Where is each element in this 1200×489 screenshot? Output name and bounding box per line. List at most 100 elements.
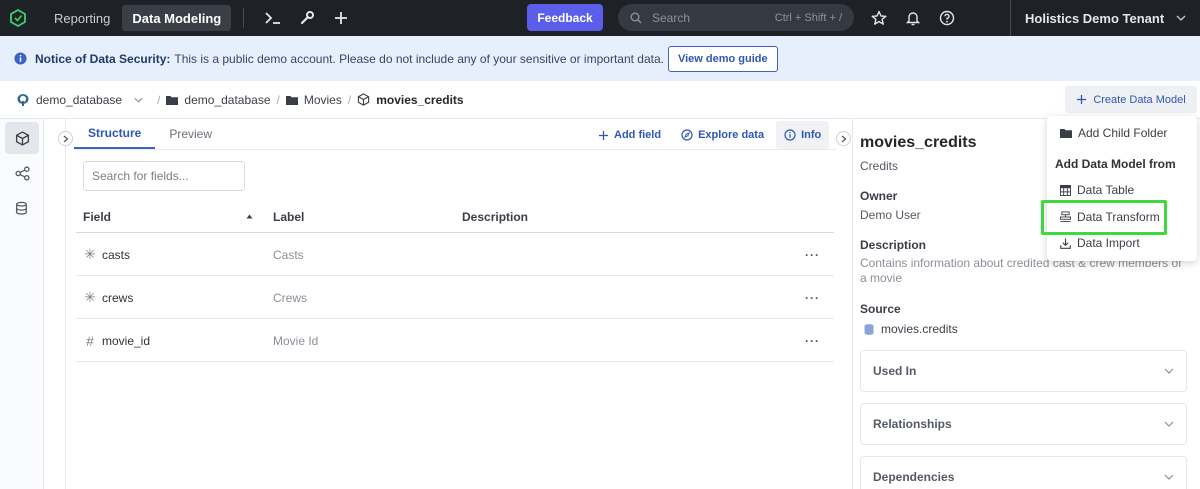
- search-icon: [630, 12, 642, 23]
- relationships-rail-button[interactable]: [5, 157, 39, 189]
- collapse-info-panel-button[interactable]: [836, 131, 851, 146]
- breadcrumb-subfolder-label: Movies: [303, 92, 342, 107]
- share-nodes-icon: [14, 165, 30, 181]
- explore-data-button[interactable]: Explore data: [673, 121, 772, 149]
- field-name-cell: ✳ casts: [84, 233, 130, 276]
- field-name-cell: ✳ crews: [84, 276, 133, 319]
- table-row[interactable]: ✳ crews Crews ···: [76, 276, 834, 319]
- info-label: Info: [801, 129, 822, 141]
- feedback-button[interactable]: Feedback: [527, 4, 603, 31]
- breadcrumb-folder-label: demo_database: [184, 92, 271, 107]
- holistics-logo-icon[interactable]: [0, 0, 36, 36]
- table-row[interactable]: ✳ casts Casts ···: [76, 233, 834, 276]
- add-field-label: Add field: [614, 129, 662, 141]
- more-options-button[interactable]: ···: [805, 233, 820, 276]
- plus-icon: [1077, 94, 1087, 105]
- view-demo-guide-button[interactable]: View demo guide: [667, 45, 778, 72]
- compass-icon: [681, 129, 693, 141]
- global-search[interactable]: Search Ctrl + Shift + /: [618, 4, 854, 31]
- model-tabs: Structure Preview: [74, 119, 226, 149]
- expand-left-button[interactable]: [58, 131, 73, 146]
- chevron-down-icon: [1164, 421, 1174, 427]
- breadcrumb-separator: /: [347, 92, 352, 107]
- cube-icon: [15, 130, 29, 146]
- bell-icon[interactable]: [896, 5, 930, 31]
- create-data-model-menu: Add Child Folder Add Data Model from Dat…: [1047, 116, 1197, 261]
- info-button[interactable]: Info: [776, 121, 830, 149]
- folder-icon: [285, 95, 298, 105]
- breadcrumb-folder[interactable]: demo_database: [166, 92, 271, 107]
- database-selector[interactable]: demo_database: [16, 93, 143, 107]
- datasets-rail-button[interactable]: [5, 192, 39, 224]
- column-header-field[interactable]: Field: [83, 205, 111, 229]
- create-data-model-button[interactable]: Create Data Model: [1065, 86, 1197, 113]
- field-type-icon: ✳: [84, 246, 96, 262]
- tenant-name: Holistics Demo Tenant: [1025, 10, 1165, 26]
- help-icon[interactable]: [930, 5, 964, 31]
- breadcrumb-model-label: movies_credits: [376, 92, 464, 107]
- field-label: Movie Id: [273, 333, 319, 348]
- section-title: Used In: [873, 364, 917, 378]
- breadcrumb-model: movies_credits: [357, 92, 464, 107]
- star-icon[interactable]: [862, 5, 896, 31]
- tab-actions: Add field Explore data Info: [590, 121, 830, 149]
- add-child-folder-item[interactable]: Add Child Folder: [1047, 120, 1197, 146]
- folder-icon: [166, 95, 179, 105]
- database-icon: [15, 201, 27, 215]
- chevron-down-icon: [1164, 368, 1174, 374]
- chevron-down-icon: [134, 97, 143, 103]
- create-data-model-label: Create Data Model: [1093, 93, 1186, 106]
- model-title: movies_credits: [860, 134, 977, 151]
- divider: [74, 149, 836, 150]
- breadcrumb: demo_database / demo_database / Movies /…: [0, 81, 1200, 119]
- nav-reporting[interactable]: Reporting: [44, 5, 120, 31]
- nav-data-modeling[interactable]: Data Modeling: [122, 5, 232, 31]
- breadcrumb-separator: /: [276, 92, 280, 107]
- source-link[interactable]: movies.credits: [863, 322, 958, 336]
- field-name-cell: # movie_id: [84, 319, 150, 362]
- chevron-right-icon: [841, 135, 846, 142]
- topbar-icons: [862, 0, 964, 36]
- data-transform-highlight: [1041, 200, 1167, 235]
- tenant-switcher[interactable]: Holistics Demo Tenant: [1010, 0, 1186, 36]
- tab-structure[interactable]: Structure: [74, 119, 156, 149]
- explore-data-label: Explore data: [698, 129, 765, 141]
- security-notice: Notice of Data Security: This is a publi…: [0, 36, 1200, 81]
- column-header-label: Label: [273, 210, 305, 224]
- plus-icon[interactable]: [324, 5, 358, 31]
- search-shortcut: Ctrl + Shift + /: [774, 11, 842, 24]
- field-label: Crews: [273, 290, 308, 305]
- breadcrumb-subfolder[interactable]: Movies: [285, 92, 342, 107]
- field-search-input[interactable]: [83, 161, 245, 191]
- relationships-section[interactable]: Relationships: [860, 403, 1187, 445]
- database-name: demo_database: [36, 92, 123, 107]
- table-source-icon: [864, 323, 874, 335]
- tab-preview[interactable]: Preview: [155, 119, 226, 149]
- description-label: Description: [860, 238, 927, 252]
- owner-value: Demo User: [860, 208, 921, 222]
- dependencies-section[interactable]: Dependencies: [860, 456, 1187, 489]
- models-rail-button[interactable]: [5, 122, 39, 154]
- data-table-label: Data Table: [1077, 183, 1135, 197]
- wrench-icon[interactable]: [290, 5, 324, 31]
- sort-ascending-icon[interactable]: [246, 214, 253, 219]
- left-rail: [0, 119, 44, 489]
- more-options-button[interactable]: ···: [805, 276, 820, 319]
- source-label: Source: [860, 302, 901, 316]
- owner-label: Owner: [860, 189, 898, 203]
- section-title: Relationships: [873, 417, 952, 431]
- terminal-icon[interactable]: [256, 5, 290, 31]
- data-import-label: Data Import: [1077, 236, 1140, 250]
- add-field-button[interactable]: Add field: [590, 121, 669, 149]
- info-icon: [14, 52, 27, 65]
- field-type-icon: #: [86, 332, 94, 349]
- chevron-down-icon: [1164, 474, 1174, 480]
- notice-message: This is a public demo account. Please do…: [174, 51, 664, 66]
- used-in-section[interactable]: Used In: [860, 350, 1187, 392]
- more-options-button[interactable]: ···: [805, 319, 820, 362]
- cube-icon: [358, 93, 370, 106]
- info-icon: [784, 129, 796, 141]
- field-name: casts: [102, 247, 131, 262]
- field-name: movie_id: [102, 333, 151, 348]
- table-row[interactable]: # movie_id Movie Id ···: [76, 319, 834, 362]
